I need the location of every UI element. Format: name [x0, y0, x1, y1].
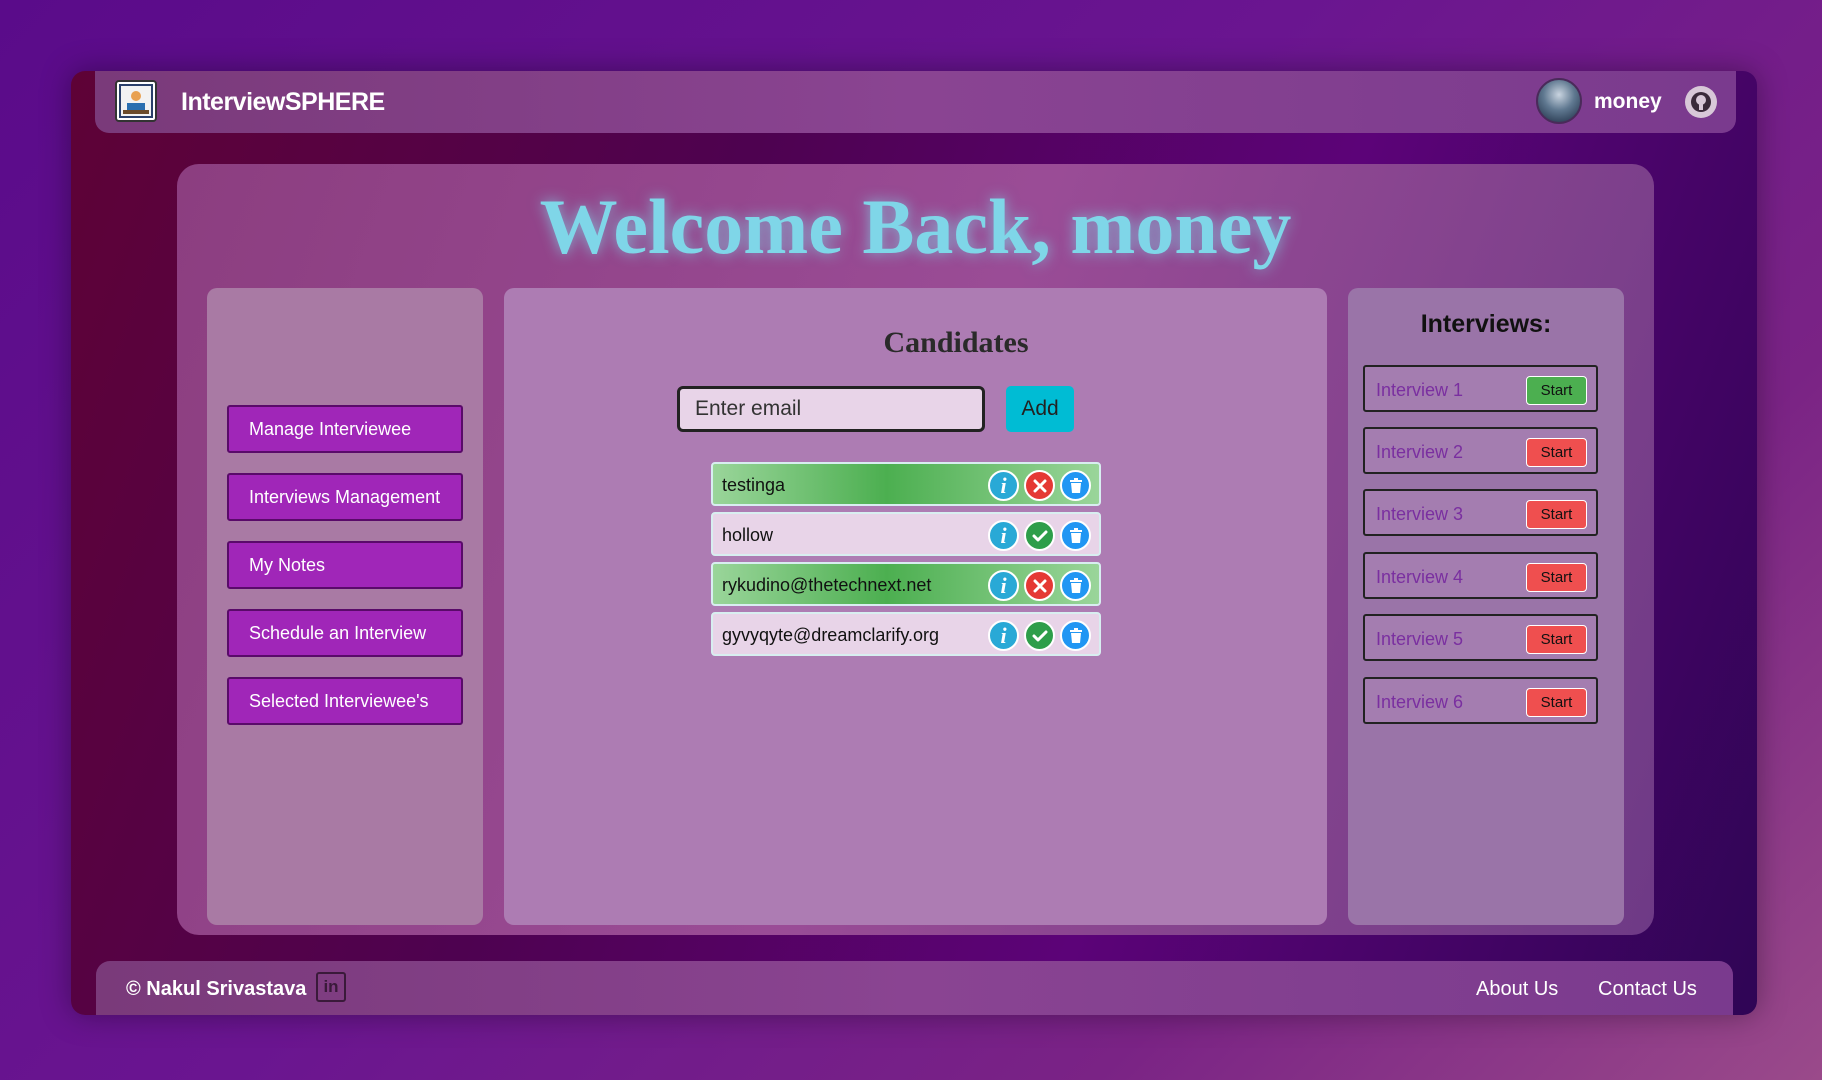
interview-card: Interview 1 Start [1363, 365, 1598, 412]
sidebar: Manage Interviewee Interviews Management… [207, 288, 483, 925]
candidate-name: hollow [722, 525, 774, 545]
candidate-name: testinga [722, 475, 786, 495]
start-button[interactable]: Start [1526, 438, 1587, 467]
copyright-text: © Nakul Srivastava [126, 978, 307, 1000]
reject-icon[interactable] [1024, 470, 1055, 501]
start-button[interactable]: Start [1526, 625, 1587, 654]
interview-name: Interview 1 [1376, 380, 1464, 400]
sidebar-item-selected-interviewees[interactable]: Selected Interviewee's [227, 677, 463, 725]
accept-icon[interactable] [1024, 620, 1055, 651]
candidate-row: hollow i [711, 512, 1101, 556]
logo-icon[interactable] [115, 80, 157, 122]
interview-name: Interview 4 [1376, 567, 1464, 587]
candidate-row: gyvyqyte@dreamclarify.org i [711, 612, 1101, 656]
dashboard-card: Welcome Back, money Manage Interviewee I… [177, 164, 1654, 935]
delete-icon[interactable] [1060, 520, 1091, 551]
footer: © Nakul Srivastava in About Us Contact U… [96, 961, 1733, 1015]
interview-card: Interview 5 Start [1363, 614, 1598, 661]
email-input[interactable] [677, 386, 985, 432]
start-button[interactable]: Start [1526, 563, 1587, 592]
interview-name: Interview 5 [1376, 629, 1464, 649]
delete-icon[interactable] [1060, 470, 1091, 501]
sidebar-item-interviews-management[interactable]: Interviews Management [227, 473, 463, 521]
contact-us-link[interactable]: Contact Us [1598, 978, 1697, 1001]
user-avatar[interactable] [1536, 78, 1582, 124]
info-icon[interactable]: i [988, 620, 1019, 651]
start-button[interactable]: Start [1526, 688, 1587, 717]
interview-card: Interview 6 Start [1363, 677, 1598, 724]
interview-name: Interview 3 [1376, 504, 1464, 524]
start-button[interactable]: Start [1526, 376, 1587, 405]
username: money [1594, 90, 1662, 113]
navbar: InterviewSPHERE money [95, 71, 1736, 133]
interviews-title: Interviews: [1420, 310, 1552, 338]
accept-icon[interactable] [1024, 520, 1055, 551]
welcome-heading: Welcome Back, money [539, 183, 1292, 270]
interview-name: Interview 2 [1376, 442, 1464, 462]
interview-name: Interview 6 [1376, 692, 1464, 712]
sidebar-item-schedule-interview[interactable]: Schedule an Interview [227, 609, 463, 657]
info-icon[interactable]: i [988, 470, 1019, 501]
sidebar-item-my-notes[interactable]: My Notes [227, 541, 463, 589]
candidate-row: rykudino@thetechnext.net i [711, 562, 1101, 606]
interview-card: Interview 2 Start [1363, 427, 1598, 474]
interviews-panel: Interviews: Interview 1 Start Interview … [1348, 288, 1624, 925]
candidates-panel: Candidates Add testinga i hollow [504, 288, 1327, 925]
candidate-row: testinga i [711, 462, 1101, 506]
info-icon[interactable]: i [988, 570, 1019, 601]
interview-card: Interview 4 Start [1363, 552, 1598, 599]
add-button[interactable]: Add [1006, 386, 1074, 432]
about-us-link[interactable]: About Us [1476, 978, 1558, 1001]
candidate-name: rykudino@thetechnext.net [722, 575, 932, 595]
candidate-name: gyvyqyte@dreamclarify.org [722, 625, 940, 645]
sidebar-item-manage-interviewee[interactable]: Manage Interviewee [227, 405, 463, 453]
reject-icon[interactable] [1024, 570, 1055, 601]
start-button[interactable]: Start [1526, 500, 1587, 529]
linkedin-icon[interactable]: in [316, 972, 346, 1002]
info-icon[interactable]: i [988, 520, 1019, 551]
interview-card: Interview 3 Start [1363, 489, 1598, 536]
delete-icon[interactable] [1060, 570, 1091, 601]
settings-icon[interactable] [1685, 86, 1717, 118]
candidates-title: Candidates [883, 326, 1029, 359]
delete-icon[interactable] [1060, 620, 1091, 651]
app-window: InterviewSPHERE money Welcome Back, mone… [71, 71, 1757, 1015]
brand-title: InterviewSPHERE [181, 88, 385, 116]
